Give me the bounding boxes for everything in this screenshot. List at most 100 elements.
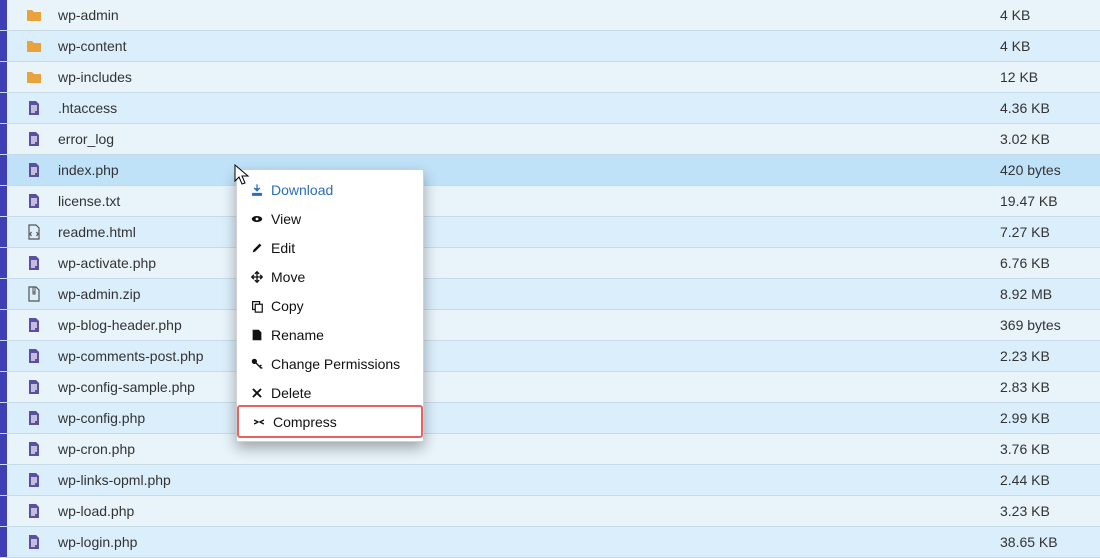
file-name[interactable]: wp-comments-post.php bbox=[46, 348, 1000, 364]
file-size: 2.44 KB bbox=[1000, 472, 1100, 488]
file-name[interactable]: wp-admin.zip bbox=[46, 286, 1000, 302]
menu-item-copy[interactable]: Copy bbox=[237, 291, 423, 320]
file-name[interactable]: wp-admin bbox=[46, 7, 1000, 23]
file-row[interactable]: index.php420 bytes bbox=[0, 155, 1100, 186]
doc-icon bbox=[26, 534, 46, 550]
file-name[interactable]: wp-login.php bbox=[46, 534, 1000, 550]
file-name[interactable]: .htaccess bbox=[46, 100, 1000, 116]
file-size: 4 KB bbox=[1000, 7, 1100, 23]
file-row[interactable]: wp-load.php3.23 KB bbox=[0, 496, 1100, 527]
row-select-handle[interactable] bbox=[0, 372, 7, 402]
file-name[interactable]: wp-cron.php bbox=[46, 441, 1000, 457]
row-select-handle[interactable] bbox=[0, 124, 7, 154]
copy-icon bbox=[249, 299, 265, 313]
download-icon bbox=[249, 183, 265, 197]
menu-item-label: Edit bbox=[265, 240, 295, 256]
file-row[interactable]: wp-cron.php3.76 KB bbox=[0, 434, 1100, 465]
menu-item-label: Compress bbox=[267, 414, 337, 430]
file-name[interactable]: license.txt bbox=[46, 193, 1000, 209]
row-select-handle[interactable] bbox=[0, 62, 7, 92]
file-row[interactable]: .htaccess4.36 KB bbox=[0, 93, 1100, 124]
row-select-handle[interactable] bbox=[0, 496, 7, 526]
file-row[interactable]: wp-login.php38.65 KB bbox=[0, 527, 1100, 558]
rename-icon bbox=[249, 328, 265, 342]
file-row[interactable]: readme.html7.27 KB bbox=[0, 217, 1100, 248]
menu-item-rename[interactable]: Rename bbox=[237, 320, 423, 349]
file-name[interactable]: wp-content bbox=[46, 38, 1000, 54]
doc-icon bbox=[26, 441, 46, 457]
row-select-handle[interactable] bbox=[0, 155, 7, 185]
key-icon bbox=[249, 357, 265, 371]
file-list: wp-admin4 KBwp-content4 KBwp-includes12 … bbox=[0, 0, 1100, 558]
file-name[interactable]: wp-config.php bbox=[46, 410, 1000, 426]
doc-icon bbox=[26, 131, 46, 147]
file-name[interactable]: error_log bbox=[46, 131, 1000, 147]
menu-item-label: Rename bbox=[265, 327, 324, 343]
file-size: 2.23 KB bbox=[1000, 348, 1100, 364]
file-size: 3.02 KB bbox=[1000, 131, 1100, 147]
file-row[interactable]: wp-blog-header.php369 bytes bbox=[0, 310, 1100, 341]
file-row[interactable]: wp-content4 KB bbox=[0, 31, 1100, 62]
menu-item-change-permissions[interactable]: Change Permissions bbox=[237, 349, 423, 378]
row-select-handle[interactable] bbox=[0, 0, 7, 30]
row-select-handle[interactable] bbox=[0, 434, 7, 464]
file-size: 6.76 KB bbox=[1000, 255, 1100, 271]
eye-icon bbox=[249, 212, 265, 226]
row-select-handle[interactable] bbox=[0, 279, 7, 309]
file-row[interactable]: wp-comments-post.php2.23 KB bbox=[0, 341, 1100, 372]
file-row[interactable]: wp-includes12 KB bbox=[0, 62, 1100, 93]
file-row[interactable]: wp-admin.zip8.92 MB bbox=[0, 279, 1100, 310]
menu-item-move[interactable]: Move bbox=[237, 262, 423, 291]
file-name[interactable]: wp-links-opml.php bbox=[46, 472, 1000, 488]
file-row[interactable]: license.txt19.47 KB bbox=[0, 186, 1100, 217]
row-select-handle[interactable] bbox=[0, 186, 7, 216]
move-icon bbox=[249, 270, 265, 284]
doc-icon bbox=[26, 255, 46, 271]
file-row[interactable]: wp-config.php2.99 KB bbox=[0, 403, 1100, 434]
file-size: 3.23 KB bbox=[1000, 503, 1100, 519]
file-name[interactable]: wp-load.php bbox=[46, 503, 1000, 519]
file-size: 8.92 MB bbox=[1000, 286, 1100, 302]
file-name[interactable]: index.php bbox=[46, 162, 1000, 178]
file-size: 4.36 KB bbox=[1000, 100, 1100, 116]
menu-item-download[interactable]: Download bbox=[237, 175, 423, 204]
file-row[interactable]: error_log3.02 KB bbox=[0, 124, 1100, 155]
file-name[interactable]: wp-activate.php bbox=[46, 255, 1000, 271]
file-size: 2.83 KB bbox=[1000, 379, 1100, 395]
file-name[interactable]: wp-config-sample.php bbox=[46, 379, 1000, 395]
file-size: 420 bytes bbox=[1000, 162, 1100, 178]
row-select-handle[interactable] bbox=[0, 310, 7, 340]
folder-icon bbox=[26, 7, 46, 23]
menu-item-label: View bbox=[265, 211, 301, 227]
file-size: 7.27 KB bbox=[1000, 224, 1100, 240]
file-row[interactable]: wp-admin4 KB bbox=[0, 0, 1100, 31]
row-select-handle[interactable] bbox=[0, 31, 7, 61]
row-select-handle[interactable] bbox=[0, 527, 7, 557]
row-select-handle[interactable] bbox=[0, 93, 7, 123]
file-name[interactable]: wp-blog-header.php bbox=[46, 317, 1000, 333]
doc-icon bbox=[26, 317, 46, 333]
row-select-handle[interactable] bbox=[0, 403, 7, 433]
html-icon bbox=[26, 224, 46, 240]
menu-item-label: Copy bbox=[265, 298, 304, 314]
doc-icon bbox=[26, 379, 46, 395]
row-select-handle[interactable] bbox=[0, 217, 7, 247]
file-row[interactable]: wp-links-opml.php2.44 KB bbox=[0, 465, 1100, 496]
doc-icon bbox=[26, 193, 46, 209]
menu-item-label: Change Permissions bbox=[265, 356, 400, 372]
doc-icon bbox=[26, 410, 46, 426]
file-name[interactable]: wp-includes bbox=[46, 69, 1000, 85]
file-size: 19.47 KB bbox=[1000, 193, 1100, 209]
file-row[interactable]: wp-activate.php6.76 KB bbox=[0, 248, 1100, 279]
context-menu: Download View Edit Move Copy Rename Change Per… bbox=[236, 169, 424, 442]
row-select-handle[interactable] bbox=[0, 341, 7, 371]
menu-item-delete[interactable]: Delete bbox=[237, 378, 423, 407]
file-row[interactable]: wp-config-sample.php2.83 KB bbox=[0, 372, 1100, 403]
menu-item-compress[interactable]: Compress bbox=[237, 405, 423, 438]
file-name[interactable]: readme.html bbox=[46, 224, 1000, 240]
row-select-handle[interactable] bbox=[0, 248, 7, 278]
row-select-handle[interactable] bbox=[0, 465, 7, 495]
menu-item-label: Delete bbox=[265, 385, 311, 401]
menu-item-view[interactable]: View bbox=[237, 204, 423, 233]
menu-item-edit[interactable]: Edit bbox=[237, 233, 423, 262]
